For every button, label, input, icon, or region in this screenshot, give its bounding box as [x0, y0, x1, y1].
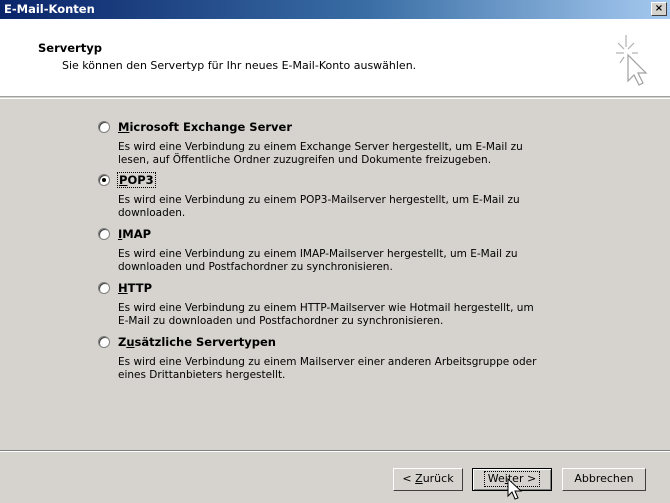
email-accounts-dialog: E-Mail-Konten × Servertyp Sie können den… — [0, 0, 670, 503]
option-additional-label[interactable]: Zusätzliche Servertypen — [118, 335, 276, 349]
wizard-star-cursor-icon — [616, 35, 648, 86]
header-divider — [0, 98, 670, 99]
cancel-button[interactable]: Abbrechen — [562, 468, 646, 491]
footer-divider — [0, 450, 670, 452]
wizard-header: Servertyp Sie können den Servertyp für I… — [0, 19, 670, 97]
page-title: Servertyp — [38, 41, 102, 55]
radio-additional[interactable] — [98, 336, 110, 348]
option-exchange-description: Es wird eine Verbindung zu einem Exchang… — [118, 141, 523, 166]
radio-exchange[interactable] — [98, 121, 110, 133]
option-pop3-label[interactable]: POP3 — [117, 172, 156, 188]
option-http-description: Es wird eine Verbindung zu einem HTTP-Ma… — [118, 302, 534, 327]
option-imap-label[interactable]: IMAP — [118, 227, 151, 241]
option-imap-description: Es wird eine Verbindung zu einem IMAP-Ma… — [118, 248, 518, 273]
option-http-label[interactable]: HTTP — [118, 281, 152, 295]
back-button[interactable]: < Zurück — [393, 468, 463, 491]
radio-imap[interactable] — [98, 228, 110, 240]
radio-pop3[interactable] — [98, 174, 110, 186]
window-title: E-Mail-Konten — [4, 2, 95, 16]
title-bar[interactable]: E-Mail-Konten × — [0, 0, 670, 19]
page-subtitle: Sie können den Servertyp für Ihr neues E… — [62, 59, 417, 72]
radio-http[interactable] — [98, 282, 110, 294]
option-additional-description: Es wird eine Verbindung zu einem Mailser… — [118, 356, 537, 381]
close-button[interactable]: × — [651, 2, 667, 16]
option-exchange-label[interactable]: Microsoft Exchange Server — [118, 120, 292, 134]
option-pop3-description: Es wird eine Verbindung zu einem POP3-Ma… — [118, 194, 520, 219]
mouse-pointer-icon — [507, 478, 523, 500]
